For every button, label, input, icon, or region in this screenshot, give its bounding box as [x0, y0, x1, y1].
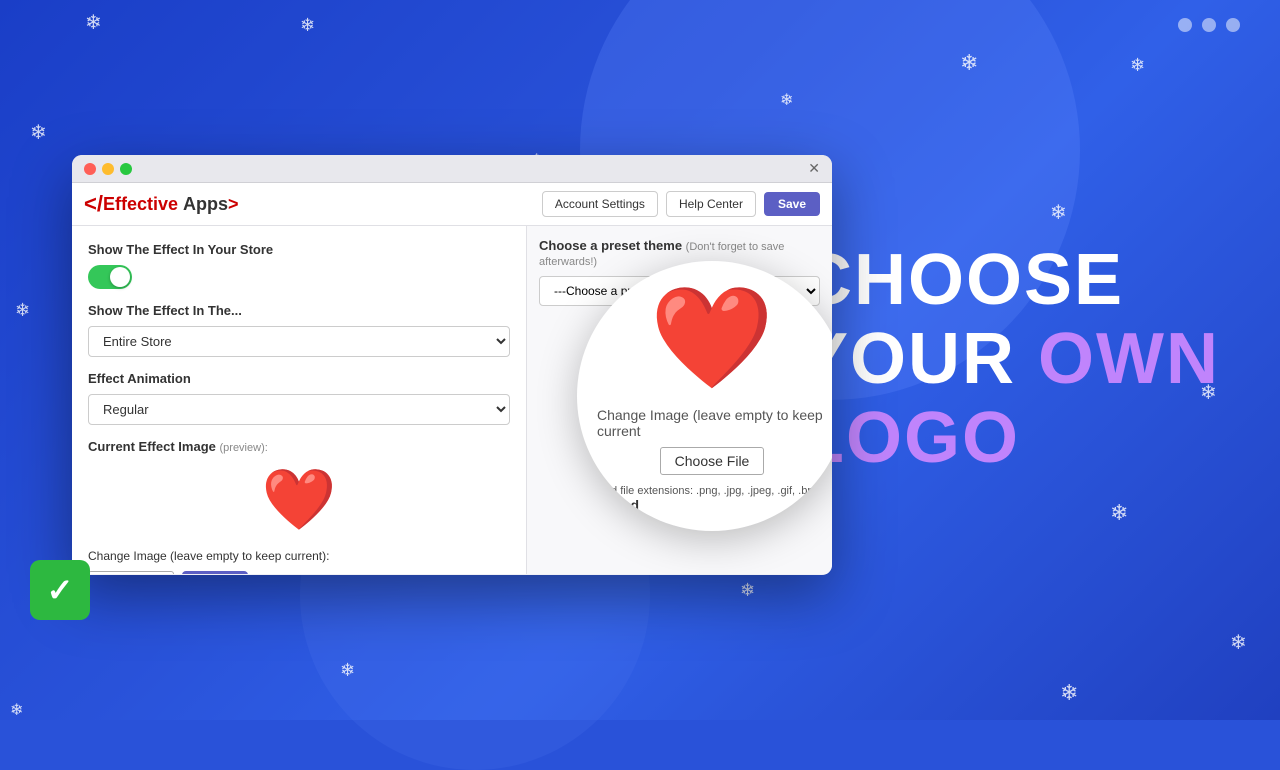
show-effect-toggle[interactable] — [88, 265, 132, 289]
magnify-content: Change Image (leave empty to keep curren… — [577, 407, 832, 513]
logo-arrow: > — [228, 194, 239, 215]
promo-line3: LOGO — [800, 400, 1220, 479]
dot-3 — [1226, 18, 1240, 32]
logo-apps: Apps — [178, 194, 228, 215]
magnify-overlay: ❤️ Change Image (leave empty to keep cur… — [577, 261, 832, 531]
magnify-heart-icon: ❤️ — [650, 280, 775, 397]
promo-line2: YOUR OWN — [800, 320, 1220, 399]
checkmark-badge: ✓ — [30, 560, 90, 620]
magnify-speed: Speed — [597, 497, 827, 513]
show-effect-section: Show The Effect In Your Store — [88, 242, 510, 289]
effect-animation-label: Effect Animation — [88, 371, 510, 386]
left-panel: Show The Effect In Your Store Show The E… — [72, 226, 527, 574]
preset-label: Choose a preset theme (Don't forget to s… — [539, 238, 820, 268]
traffic-lights — [84, 163, 132, 175]
promo-section: CHOOSE YOUR OWN LOGO — [800, 241, 1220, 479]
change-image-label: Change Image (leave empty to keep curren… — [88, 549, 510, 563]
show-effect-in-label: Show The Effect In The... — [88, 303, 510, 318]
magnify-title: Change Image (leave empty to keep curren… — [597, 407, 827, 439]
logo: </ Effective Apps > — [84, 191, 239, 217]
close-button[interactable] — [84, 163, 96, 175]
file-row: Choose File Upload — [88, 571, 510, 574]
logo-effective: Effective — [103, 194, 178, 215]
magnify-note: wed file extensions: .png, .jpg, .jpeg, … — [597, 485, 827, 497]
show-effect-in-section: Show The Effect In The... Entire StoreHo… — [88, 303, 510, 357]
title-bar: ✕ — [72, 155, 832, 183]
toolbar: </ Effective Apps > Account Settings Hel… — [72, 183, 832, 226]
promo-own: OWN — [1038, 319, 1220, 399]
window-close-icon[interactable]: ✕ — [808, 160, 820, 177]
toggle-thumb — [110, 267, 130, 287]
dot-2 — [1202, 18, 1216, 32]
choose-file-button[interactable]: Choose File — [88, 571, 174, 574]
change-image-section: Change Image (leave empty to keep curren… — [88, 549, 510, 574]
toolbar-buttons: Account Settings Help Center Save — [542, 191, 820, 217]
app-window: ✕ </ Effective Apps > Account Settings H… — [72, 155, 832, 575]
animation-select[interactable]: RegularSlowFastCustom — [88, 394, 510, 425]
logo-bracket-open: </ — [84, 191, 103, 217]
maximize-button[interactable] — [120, 163, 132, 175]
store-select[interactable]: Entire StoreHomepage OnlyCollection Page… — [88, 326, 510, 357]
magnify-choose-file-button[interactable]: Choose File — [660, 447, 765, 475]
dot-1 — [1178, 18, 1192, 32]
promo-your: YOUR — [800, 319, 1016, 399]
minimize-button[interactable] — [102, 163, 114, 175]
upload-button[interactable]: Upload — [182, 571, 248, 574]
effect-animation-section: Effect Animation RegularSlowFastCustom — [88, 371, 510, 425]
save-button[interactable]: Save — [764, 192, 820, 216]
current-effect-image-label: Current Effect Image (preview): — [88, 439, 510, 454]
show-effect-label: Show The Effect In Your Store — [88, 242, 510, 257]
promo-line1: CHOOSE — [800, 241, 1220, 320]
current-effect-image-section: Current Effect Image (preview): ❤️ — [88, 439, 510, 535]
checkmark-icon: ✓ — [47, 571, 74, 609]
content-area: Show The Effect In Your Store Show The E… — [72, 226, 832, 574]
right-panel: Choose a preset theme (Don't forget to s… — [527, 226, 832, 574]
help-center-button[interactable]: Help Center — [666, 191, 756, 217]
account-settings-button[interactable]: Account Settings — [542, 191, 658, 217]
heart-preview: ❤️ — [88, 464, 510, 535]
top-dots — [1178, 18, 1240, 32]
